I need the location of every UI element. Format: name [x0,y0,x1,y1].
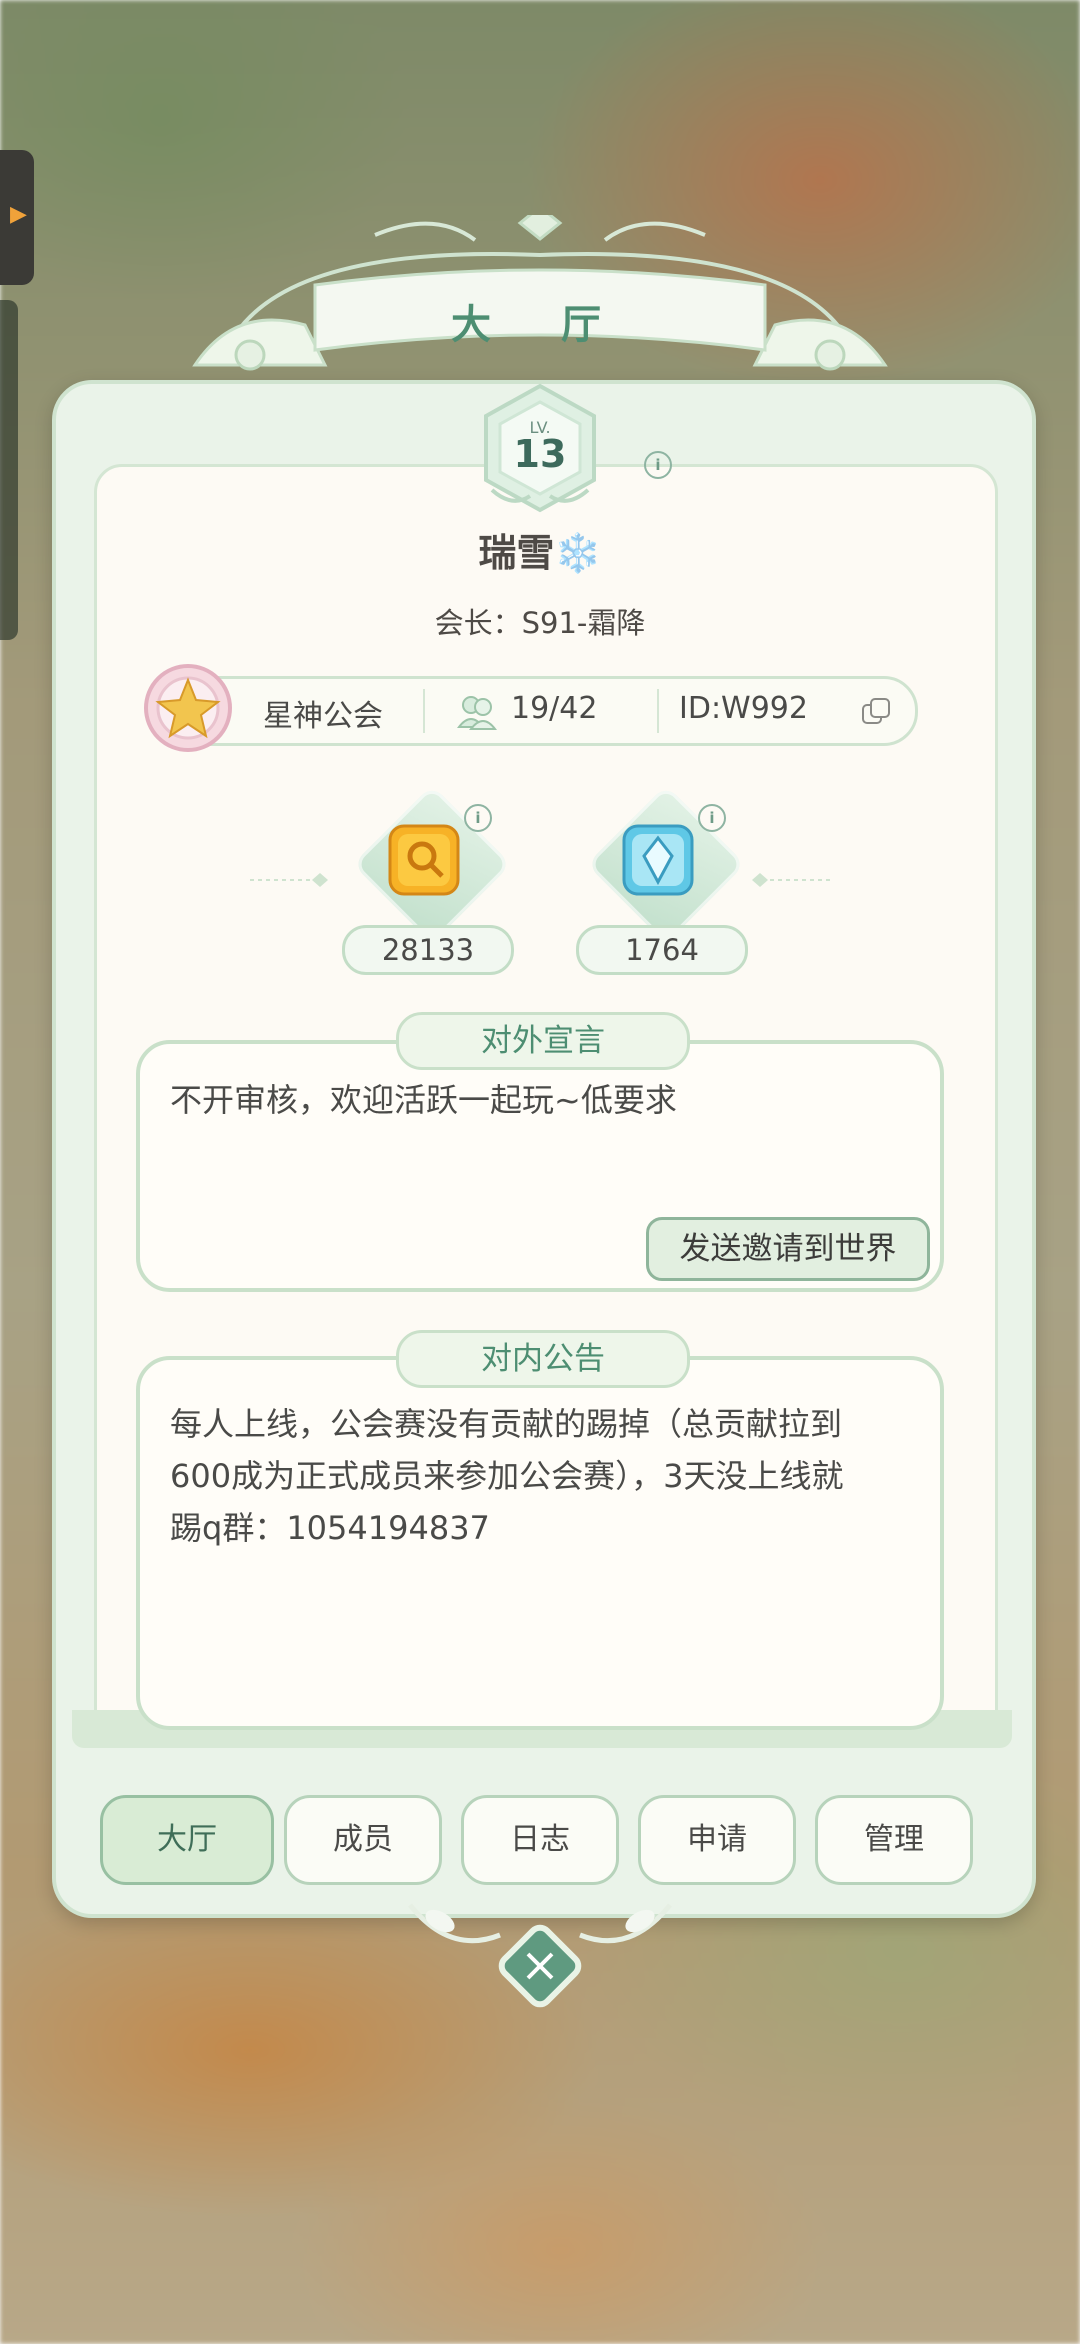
tab-log[interactable]: 日志 [461,1795,619,1885]
tab-hall[interactable]: 大厅 [100,1795,274,1885]
hall-title: 大 厅 [451,302,629,348]
resource-crystal: i 1764 [570,780,760,980]
member-count: 19/42 [511,691,598,726]
divider [423,689,425,733]
internal-notice-line-2: 600成为正式成员来参加公会赛），3天没上线就 [170,1457,844,1495]
close-button[interactable] [492,1918,588,2014]
guild-emblem-icon [144,664,232,752]
guild-name-text: 瑞雪 [478,531,555,575]
resource-info-icon[interactable]: i [464,804,492,832]
level-number: 13 [513,432,567,476]
internal-notice-line-3: 踢q群：1054194837 [170,1509,490,1547]
resource-gold: i 28133 [336,780,526,980]
guild-name: 瑞雪❄️ [0,522,1080,577]
arrow-right-icon: ▶ [10,202,27,227]
level-info-icon[interactable]: i [644,451,672,479]
guild-id: ID:W992 [679,691,808,726]
members-icon [457,696,497,730]
tab-members[interactable]: 成员 [284,1795,442,1885]
side-expand-tab[interactable]: ▶ [0,150,34,285]
resource-info-icon[interactable]: i [698,804,726,832]
tab-manage[interactable]: 管理 [815,1795,973,1885]
internal-notice-box: 每人上线，公会赛没有贡献的踢掉（总贡献拉到 600成为正式成员来参加公会赛），3… [136,1356,944,1730]
resource-value: 1764 [576,925,748,975]
external-declaration-text: 不开审核，欢迎活跃一起玩~低要求 [170,1081,677,1119]
tab-applications[interactable]: 申请 [638,1795,796,1885]
divider [657,689,659,733]
blue-crystal-icon [622,824,694,896]
snowflake-icon: ❄️ [554,531,602,575]
external-declaration-title: 对外宣言 [396,1012,690,1070]
resource-value: 28133 [342,925,514,975]
copy-icon[interactable] [861,697,891,725]
internal-notice-line-1: 每人上线，公会赛没有贡献的踢掉（总贡献拉到 [170,1405,843,1443]
guild-type: 星神公会 [263,699,383,734]
guild-info-bar: 星神公会 19/42 ID:W992 [168,676,918,746]
side-panel-edge [0,300,18,640]
internal-notice-title: 对内公告 [396,1330,690,1388]
level-badge: LV. 13 [472,380,608,516]
gold-key-coin-icon [388,824,460,896]
guild-leader: 会长：S91-霜降 [434,606,646,640]
send-invite-button[interactable]: 发送邀请到世界 [646,1217,930,1281]
hall-title-banner: 大 厅 [320,285,760,385]
